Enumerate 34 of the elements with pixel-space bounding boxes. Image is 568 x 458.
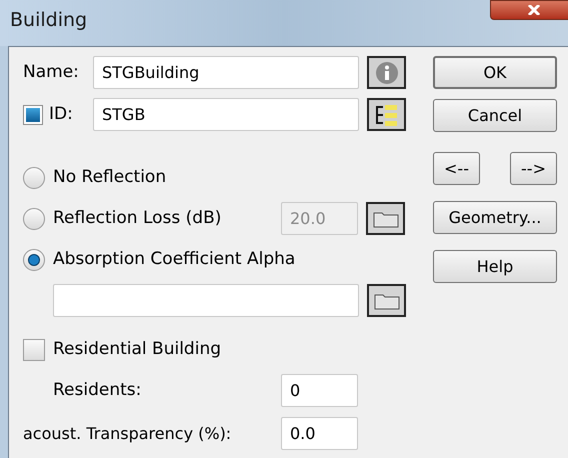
window-title: Building	[10, 8, 88, 33]
folder-icon	[374, 292, 400, 310]
ok-button[interactable]: OK	[433, 56, 557, 89]
info-icon	[374, 60, 398, 84]
previous-button[interactable]: <--	[433, 152, 480, 185]
name-label: Name:	[23, 60, 80, 84]
name-field[interactable]: STGBuilding	[93, 56, 359, 89]
checkbox[interactable]	[23, 338, 45, 360]
checkbox[interactable]	[23, 104, 43, 124]
transparency-label: acoust. Transparency (%):	[23, 422, 232, 444]
next-button[interactable]: -->	[510, 152, 557, 185]
residents-label: Residents:	[52, 378, 142, 402]
residential-label: Residential Building	[53, 338, 222, 361]
folder-button[interactable]	[367, 284, 406, 317]
radio-button[interactable]	[23, 166, 45, 188]
cancel-button[interactable]: Cancel	[433, 99, 557, 132]
radio-label: Absorption Coefficient Alpha	[53, 248, 296, 271]
radio-label: Reflection Loss (dB)	[53, 206, 222, 230]
absorption-field[interactable]	[53, 284, 359, 317]
folder-button[interactable]	[366, 202, 405, 235]
info-button[interactable]	[367, 56, 406, 89]
help-button[interactable]: Help	[433, 250, 557, 283]
id-label: ID:	[49, 102, 73, 126]
list-icon	[374, 102, 400, 126]
id-field[interactable]: STGB	[93, 98, 359, 131]
residents-field[interactable]: 0	[281, 374, 358, 407]
close-icon	[527, 5, 541, 15]
folder-icon	[372, 210, 398, 228]
list-button[interactable]	[367, 98, 406, 131]
close-button[interactable]	[490, 0, 568, 20]
geometry-button[interactable]: Geometry...	[433, 201, 557, 234]
radio-button[interactable]	[23, 248, 45, 270]
radio-label: No Reflection	[53, 166, 166, 189]
transparency-field[interactable]: 0.0	[281, 417, 358, 450]
